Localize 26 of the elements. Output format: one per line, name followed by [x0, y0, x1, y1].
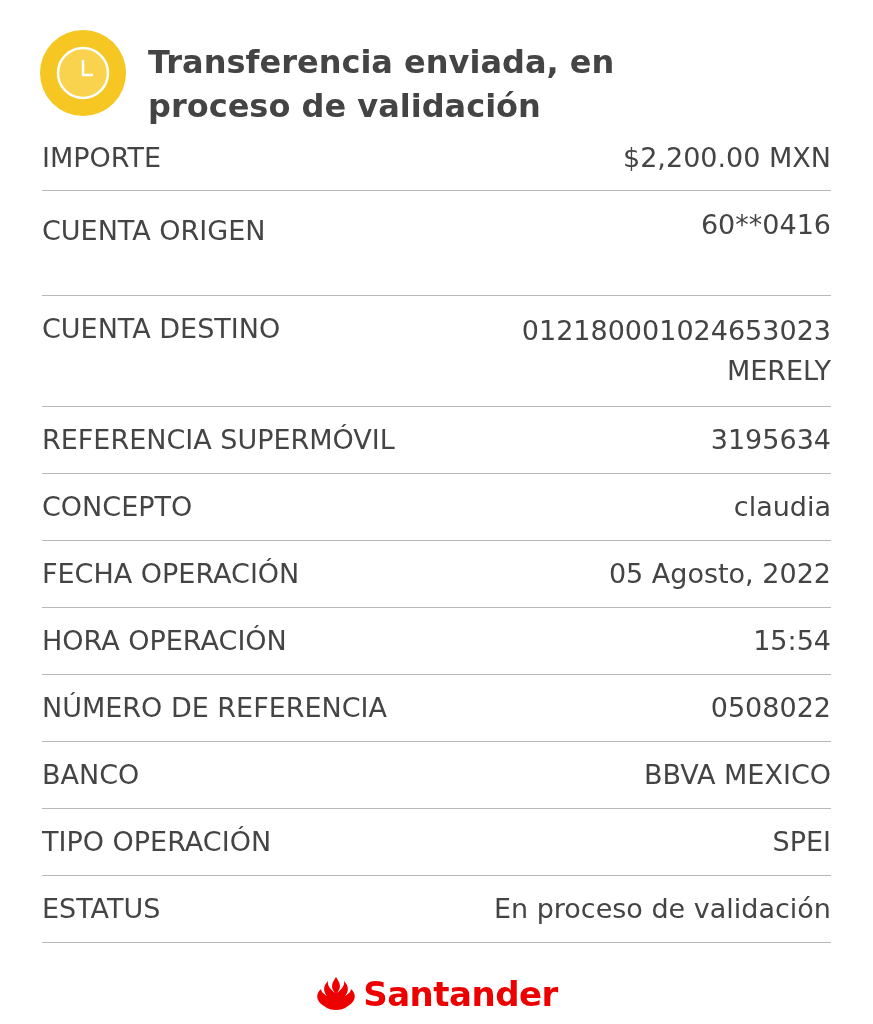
field-label: HORA OPERACIÓN — [42, 624, 287, 658]
status-title: Transferencia enviada, en proceso de validación — [148, 42, 616, 127]
field-value: SPEI — [772, 825, 831, 859]
field-value: MERELY — [726, 354, 831, 388]
field-label: IMPORTE — [42, 141, 162, 175]
field-value: 012180001024653023 — [521, 314, 831, 348]
field-value: 60**0416 — [700, 208, 831, 242]
field-label: REFERENCIA SUPERMÓVIL — [42, 423, 395, 457]
field-value: 3195634 — [710, 423, 831, 457]
field-value: 15:54 — [753, 624, 831, 658]
field-label: ESTATUS — [42, 892, 161, 926]
field-value: $2,200.00 MXN — [623, 141, 831, 175]
field-label: FECHA OPERACIÓN — [42, 557, 300, 591]
field-label: CONCEPTO — [42, 490, 193, 524]
field-label: TIPO OPERACIÓN — [42, 825, 272, 859]
field-value: En proceso de validación — [493, 892, 831, 926]
field-value: 05 Agosto, 2022 — [608, 557, 831, 591]
field-value: 0508022 — [710, 691, 831, 725]
brand-name: Santander — [363, 973, 558, 1016]
field-value: claudia — [733, 490, 831, 524]
field-label: BANCO — [42, 758, 140, 792]
field-label: NÚMERO DE REFERENCIA — [42, 691, 388, 725]
field-label: CUENTA DESTINO — [42, 312, 281, 346]
clock-icon — [40, 30, 126, 116]
field-label: CUENTA ORIGEN — [42, 214, 266, 248]
field-value: BBVA MEXICO — [644, 758, 831, 792]
